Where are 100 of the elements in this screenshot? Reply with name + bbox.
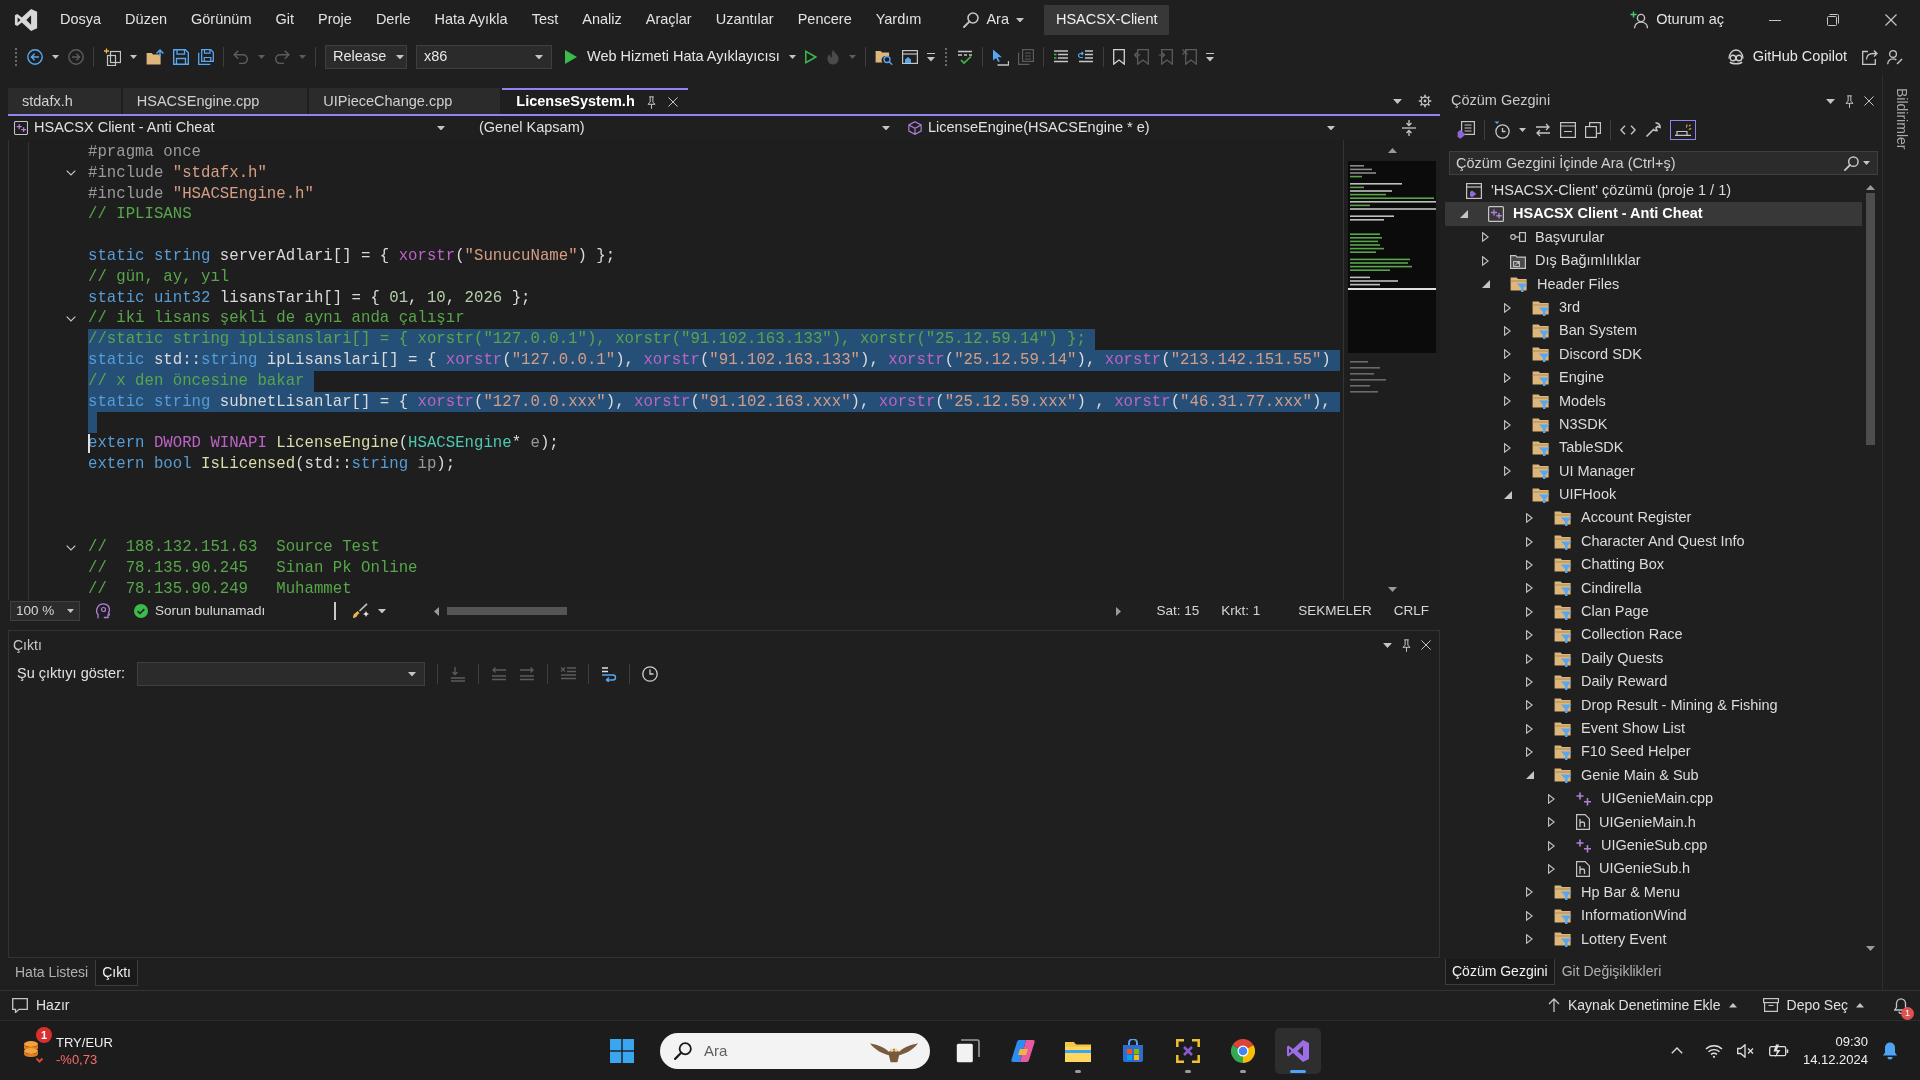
- tree-item[interactable]: 3rd: [1445, 295, 1862, 320]
- panel-tab[interactable]: Çıktı: [95, 960, 138, 986]
- caret-icon[interactable]: [378, 608, 386, 614]
- tree-item[interactable]: HSACSX Client - Anti Cheat: [1445, 202, 1862, 226]
- tree-item[interactable]: Engine: [1445, 366, 1862, 390]
- window-icon[interactable]: [901, 50, 918, 64]
- tree-item[interactable]: UIGenieSub.h: [1445, 857, 1862, 881]
- collapsed-arrow-icon[interactable]: [1526, 513, 1533, 524]
- add-to-source-control-button[interactable]: Kaynak Denetimine Ekle: [1548, 997, 1737, 1014]
- pin-icon[interactable]: [1402, 638, 1411, 652]
- menu-item[interactable]: Git: [269, 8, 300, 32]
- gear-icon[interactable]: [1418, 94, 1432, 108]
- expanded-arrow-icon[interactable]: [1526, 771, 1534, 780]
- platform-dropdown[interactable]: x86: [416, 45, 552, 69]
- collapsed-arrow-icon[interactable]: [1482, 255, 1489, 266]
- tree-item[interactable]: Dış Bağımlılıklar: [1445, 249, 1862, 273]
- tree-item[interactable]: F10 Seed Helper: [1445, 740, 1862, 764]
- comment-lines-icon[interactable]: [1052, 50, 1069, 64]
- caret-icon[interactable]: [1826, 98, 1835, 104]
- line-position[interactable]: Sat: 15: [1145, 602, 1211, 620]
- collapsed-arrow-icon[interactable]: [1526, 630, 1533, 641]
- scrollbar-thumb[interactable]: [447, 607, 567, 615]
- collapsed-arrow-icon[interactable]: [1548, 817, 1555, 828]
- column-position[interactable]: Krkt: 1: [1210, 602, 1272, 620]
- solution-switch-icon[interactable]: [1457, 121, 1475, 139]
- document-tab[interactable]: stdafx.h: [8, 88, 121, 114]
- menu-item[interactable]: Görünüm: [185, 8, 258, 32]
- bookmark-icon[interactable]: [1112, 49, 1125, 65]
- collapsed-arrow-icon[interactable]: [1504, 443, 1511, 453]
- pin-icon[interactable]: [1845, 94, 1854, 108]
- tree-item[interactable]: Event Show List: [1445, 717, 1862, 741]
- search-button[interactable]: Ara: [957, 8, 1030, 32]
- caret-icon[interactable]: [788, 55, 796, 59]
- collapsed-arrow-icon[interactable]: [1526, 676, 1533, 687]
- caret-icon[interactable]: [1519, 128, 1526, 132]
- menu-item[interactable]: Proje: [312, 8, 358, 32]
- collapsed-arrow-icon[interactable]: [1504, 372, 1511, 383]
- collapsed-arrow-icon[interactable]: [1526, 887, 1533, 898]
- menu-item[interactable]: Uzantılar: [709, 8, 780, 32]
- tree-item[interactable]: Discord SDK: [1445, 342, 1862, 367]
- splitter-icon[interactable]: [1402, 120, 1416, 136]
- sync-arrows-icon[interactable]: [1535, 123, 1551, 137]
- caret-icon[interactable]: [1393, 98, 1402, 104]
- close-icon[interactable]: [1864, 96, 1874, 106]
- tree-item[interactable]: UIGenieMain.cpp: [1445, 787, 1862, 811]
- tree-item[interactable]: Character And Quest Info: [1445, 529, 1862, 554]
- collapsed-arrow-icon[interactable]: [1504, 326, 1511, 337]
- tree-item[interactable]: InformationWind: [1445, 904, 1862, 928]
- collapsed-arrow-icon[interactable]: [1482, 232, 1489, 243]
- expanded-arrow-icon[interactable]: [1504, 490, 1512, 499]
- grip-handle[interactable]: [14, 47, 18, 67]
- logo-icon[interactable]: [14, 8, 38, 32]
- collapse-all-icon[interactable]: [1560, 122, 1576, 138]
- chevron-down-icon[interactable]: [66, 315, 76, 322]
- tree-item[interactable]: Hp Bar & Menu: [1445, 880, 1862, 905]
- menu-item[interactable]: Dosya: [54, 8, 108, 32]
- collapsed-arrow-icon[interactable]: [1548, 793, 1555, 804]
- wifi-icon[interactable]: [1704, 1043, 1723, 1058]
- tree-item[interactable]: UIGenieSub.cpp: [1445, 833, 1862, 858]
- share-icon[interactable]: [1862, 49, 1878, 65]
- open-folder-icon[interactable]: [146, 49, 164, 65]
- member-dropdown[interactable]: LicenseEngine(HSACSEngine * e): [902, 116, 1341, 140]
- scroll-up-arrow-icon[interactable]: [1865, 185, 1875, 190]
- scope-dropdown[interactable]: (Genel Kapsam): [457, 116, 896, 140]
- tree-item[interactable]: Ban System: [1445, 319, 1862, 343]
- menu-item[interactable]: Yardım: [869, 8, 928, 32]
- new-item-icon[interactable]: [103, 48, 121, 66]
- menu-item[interactable]: Pencere: [791, 8, 858, 32]
- pin-icon[interactable]: [646, 95, 656, 109]
- caret-icon[interactable]: [52, 55, 59, 59]
- bell-icon[interactable]: [1882, 1041, 1898, 1060]
- stacked-windows-icon[interactable]: [1585, 122, 1601, 138]
- line-ending[interactable]: CRLF: [1382, 602, 1440, 620]
- tree-item[interactable]: Drop Result - Mining & Fishing: [1445, 693, 1862, 717]
- speaker-muted-icon[interactable]: [1736, 1043, 1755, 1058]
- bell-icon[interactable]: [1894, 997, 1908, 1014]
- collapsed-arrow-icon[interactable]: [1504, 419, 1511, 430]
- close-icon[interactable]: [667, 97, 678, 107]
- wrench-icon[interactable]: [1645, 122, 1661, 138]
- expanded-arrow-icon[interactable]: [1460, 210, 1468, 219]
- tree-item[interactable]: Collection Race: [1445, 623, 1862, 647]
- code-minimap[interactable]: [1348, 161, 1436, 393]
- tree-item[interactable]: N3SDK: [1445, 412, 1862, 437]
- tree-item[interactable]: TableSDK: [1445, 436, 1862, 460]
- close-icon[interactable]: [1421, 640, 1431, 650]
- collapsed-arrow-icon[interactable]: [1548, 840, 1555, 851]
- select-repository-button[interactable]: Depo Seç: [1762, 997, 1864, 1014]
- tree-item[interactable]: Daily Quests: [1445, 646, 1862, 671]
- collapsed-arrow-icon[interactable]: [1504, 466, 1511, 477]
- project-dropdown[interactable]: HSACSX Client - Anti Cheat: [8, 116, 451, 140]
- scroll-down-arrow-icon[interactable]: [1865, 946, 1875, 951]
- collapsed-arrow-icon[interactable]: [1504, 349, 1511, 360]
- save-icon[interactable]: [173, 49, 189, 65]
- collapsed-arrow-icon[interactable]: [1526, 934, 1533, 945]
- spell-check-icon[interactable]: [956, 49, 973, 65]
- scrollbar-thumb[interactable]: [1865, 193, 1875, 445]
- sign-in-button[interactable]: Oturum aç: [1630, 11, 1724, 29]
- collapsed-arrow-icon[interactable]: [1504, 302, 1511, 313]
- menu-item[interactable]: Hata Ayıkla: [428, 8, 514, 32]
- scroll-up-arrow-icon[interactable]: [1387, 148, 1397, 153]
